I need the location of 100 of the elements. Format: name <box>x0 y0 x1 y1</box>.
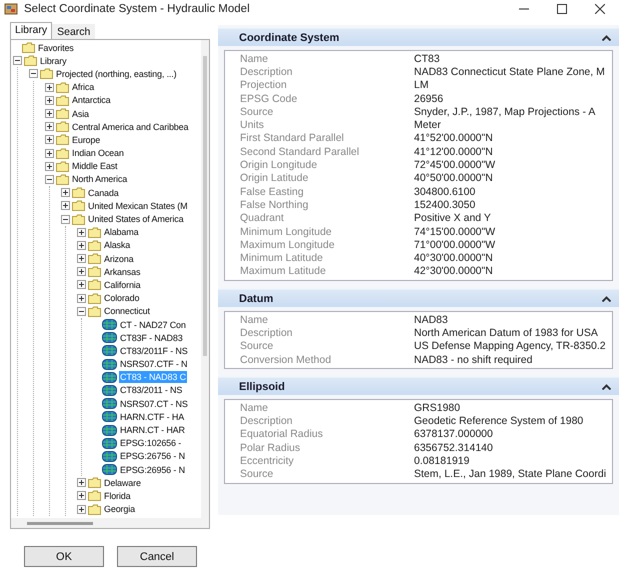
tree-item[interactable]: Colorado <box>103 292 140 304</box>
collapse-toggle[interactable] <box>13 56 22 66</box>
expand-toggle[interactable] <box>77 267 86 276</box>
tree-item[interactable]: Delaware <box>103 476 142 489</box>
tree-item[interactable]: Favorites <box>37 42 75 54</box>
tree-item[interactable]: Connecticut <box>103 305 151 318</box>
tree-item[interactable]: CT83/2011 - NS <box>119 384 184 396</box>
property-name: Source <box>240 340 274 352</box>
property-name: Eccentricity <box>240 455 295 468</box>
expand-toggle[interactable] <box>45 109 54 118</box>
maximize-icon[interactable] <box>557 4 567 14</box>
folder-icon <box>56 94 69 106</box>
tree-item[interactable]: Asia <box>71 108 90 120</box>
tree-item[interactable]: Central America and Caribbea <box>71 120 190 133</box>
tree-item[interactable]: HARN.CT - HAR <box>119 424 186 436</box>
ok-button[interactable]: OK <box>24 546 104 567</box>
tree-item[interactable]: NSRS07.CT - NS <box>119 398 189 410</box>
expand-toggle[interactable] <box>45 135 54 144</box>
property-value: 41°12'00.0000"N <box>414 146 494 158</box>
tree-item[interactable]: Alaska <box>103 239 132 252</box>
tree-item[interactable]: EPSG:26956 - N <box>119 464 186 476</box>
tree-item[interactable]: Canada <box>87 186 120 199</box>
expand-toggle[interactable] <box>77 504 86 514</box>
grid-icon <box>102 358 117 370</box>
property-value: NAD83 Connecticut State Plane Zone, M <box>414 66 606 78</box>
property-name: Second Standard Parallel <box>240 146 360 158</box>
collapse-toggle[interactable] <box>45 174 54 184</box>
folder-icon <box>56 148 69 159</box>
property-name: Minimum Longitude <box>240 226 333 238</box>
tree-item[interactable]: EPSG:102656 - <box>119 437 182 450</box>
expand-toggle[interactable] <box>77 228 86 237</box>
expand-toggle[interactable] <box>45 122 54 132</box>
folder-icon <box>56 174 69 185</box>
property-name: Name <box>240 402 270 414</box>
collapse-toggle[interactable] <box>29 69 38 78</box>
property-value: 41°52'00.0000"N <box>414 132 494 144</box>
expand-toggle[interactable] <box>61 188 70 198</box>
tree-item[interactable]: Middle East <box>71 160 118 172</box>
property-value: 0.08181919 <box>414 455 470 468</box>
scrollbar-thumb[interactable] <box>27 522 93 524</box>
collapse-toggle[interactable] <box>61 214 70 224</box>
tree-item[interactable]: CT - NAD27 Con <box>119 318 187 331</box>
expand-toggle[interactable] <box>45 148 54 158</box>
tree-item[interactable]: Europe <box>71 134 102 146</box>
expand-toggle[interactable] <box>77 280 86 290</box>
tree-item[interactable]: CT83F - NAD83 <box>119 332 184 344</box>
grid-icon <box>102 424 117 436</box>
tree-item[interactable]: Alabama <box>103 226 140 238</box>
property-value: 26956 <box>414 92 444 105</box>
tree-item[interactable]: Florida <box>103 490 132 502</box>
collapse-icon[interactable] <box>602 34 611 40</box>
tree-item[interactable]: Projected (northing, easting, ...) <box>55 68 178 80</box>
folder-icon <box>88 279 101 290</box>
expand-toggle[interactable] <box>45 82 54 92</box>
property-value: CT83 <box>414 52 441 65</box>
expand-toggle[interactable] <box>77 294 86 303</box>
folder-icon <box>22 42 35 54</box>
close-icon[interactable] <box>595 4 605 14</box>
property-value: 42°30'00.0000"N <box>414 265 494 278</box>
tree-item[interactable]: Arkansas <box>103 266 142 278</box>
tree-item[interactable]: Georgia <box>103 503 136 516</box>
expand-toggle[interactable] <box>77 254 86 264</box>
tree-item[interactable]: Arizona <box>103 252 134 265</box>
tree-item[interactable]: Africa <box>71 81 96 94</box>
property-value: 6356752.314140 <box>414 442 494 454</box>
folder-icon <box>88 292 101 304</box>
expand-toggle[interactable] <box>45 96 54 105</box>
tree-item[interactable]: Library <box>39 54 68 67</box>
cancel-button[interactable]: Cancel <box>117 546 197 567</box>
tree-item[interactable]: Antarctica <box>71 94 112 106</box>
tree-item[interactable]: United Mexican States (M <box>87 200 188 212</box>
folder-icon <box>88 306 101 317</box>
tree-item[interactable]: North America <box>71 173 128 186</box>
tree-item[interactable]: California <box>103 278 142 291</box>
tree-item[interactable]: NSRS07.CTF - N <box>119 358 188 370</box>
tree-item[interactable]: United States of America <box>87 213 184 226</box>
folder-icon <box>88 253 101 264</box>
property-name: Source <box>240 468 274 480</box>
property-value: LM <box>414 79 430 92</box>
folder-icon <box>56 82 69 93</box>
tree-item[interactable]: Indian Ocean <box>71 147 125 160</box>
expand-toggle[interactable] <box>61 201 70 210</box>
tree-item[interactable]: CT83/2011F - NS <box>119 344 189 357</box>
expand-toggle[interactable] <box>77 491 86 500</box>
grid-icon <box>102 438 117 449</box>
tree-item[interactable]: HARN.CTF - HA <box>119 410 186 423</box>
expand-toggle[interactable] <box>77 240 86 250</box>
tree-item[interactable]: EPSG:26756 - N <box>119 450 186 462</box>
expand-toggle[interactable] <box>77 478 86 488</box>
folder-icon <box>88 504 101 515</box>
property-name: Polar Radius <box>240 442 302 454</box>
collapse-icon[interactable] <box>602 384 611 390</box>
collapse-icon[interactable] <box>602 296 611 302</box>
tab[interactable]: Search <box>52 24 96 39</box>
expand-toggle[interactable] <box>45 162 54 171</box>
scrollbar-thumb[interactable] <box>203 56 207 356</box>
folder-icon <box>24 55 37 66</box>
folder-icon <box>56 134 69 146</box>
tab[interactable]: Library <box>10 22 52 39</box>
collapse-toggle[interactable] <box>77 306 86 316</box>
